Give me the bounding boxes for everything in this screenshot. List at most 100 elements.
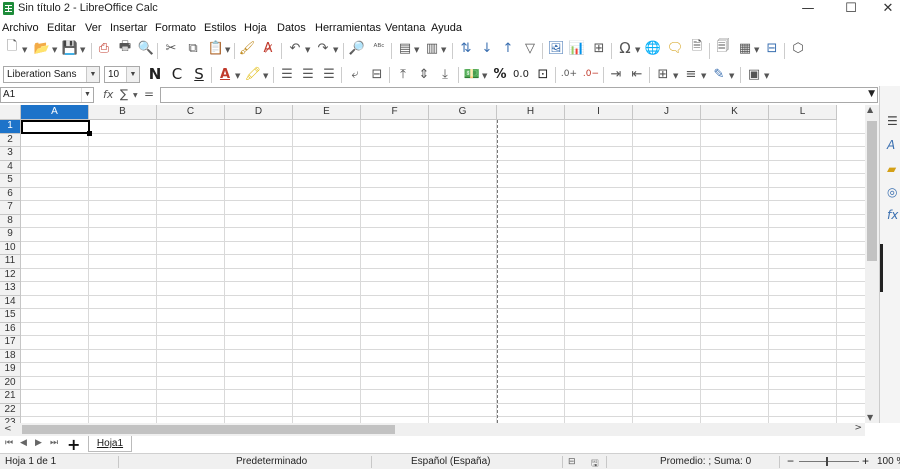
menu-hoja[interactable]: Hoja bbox=[244, 22, 267, 34]
align-left-icon[interactable]: ☰ bbox=[278, 65, 296, 83]
scroll-left-icon[interactable]: < bbox=[4, 424, 12, 434]
currency-format-icon[interactable]: 💵 bbox=[463, 65, 481, 83]
print-preview-icon[interactable]: 🔍 bbox=[137, 39, 155, 57]
conditional-dropdown-arrow[interactable]: ▼ bbox=[764, 72, 769, 80]
scroll-up-icon[interactable]: ▲ bbox=[867, 105, 873, 114]
italic-button[interactable]: C bbox=[168, 65, 186, 83]
undo-icon[interactable]: ↶ bbox=[286, 39, 304, 57]
define-print-area-icon[interactable]: 🗐 bbox=[714, 39, 732, 57]
freeze-rows-columns-icon[interactable]: ▦ bbox=[736, 39, 754, 57]
row-header-6[interactable]: 6 bbox=[0, 187, 21, 201]
font-color-icon[interactable]: A bbox=[216, 65, 234, 83]
styles-icon[interactable]: A bbox=[887, 138, 895, 152]
column-header-b[interactable]: B bbox=[89, 105, 157, 120]
row-header-9[interactable]: 9 bbox=[0, 228, 21, 242]
menu-datos[interactable]: Datos bbox=[277, 22, 306, 34]
special-character-icon[interactable]: Ω bbox=[616, 39, 634, 57]
open-folder-icon[interactable]: 📂 bbox=[33, 39, 51, 57]
row-header-12[interactable]: 12 bbox=[0, 268, 21, 282]
column-header-c[interactable]: C bbox=[157, 105, 225, 120]
cut-icon[interactable]: ✂ bbox=[162, 39, 180, 57]
align-bottom-icon[interactable]: ⤓ bbox=[436, 65, 454, 83]
menu-archivo[interactable]: Archivo bbox=[2, 22, 39, 34]
font-color-dropdown-arrow[interactable]: ▼ bbox=[235, 72, 240, 80]
function-wizard-button[interactable]: fx bbox=[103, 88, 113, 101]
highlight-dropdown-arrow[interactable]: ▼ bbox=[263, 72, 268, 80]
row-header-20[interactable]: 20 bbox=[0, 376, 21, 390]
align-top-icon[interactable]: ⤒ bbox=[394, 65, 412, 83]
copy-icon[interactable]: ⧉ bbox=[184, 39, 202, 57]
paste-icon[interactable]: 📋 bbox=[207, 39, 225, 57]
sort-ascending-icon[interactable]: ↓ bbox=[478, 39, 496, 57]
row-header-17[interactable]: 17 bbox=[0, 336, 21, 350]
chevron-down-icon[interactable]: ▼ bbox=[81, 88, 93, 102]
special-character-dropdown-arrow[interactable]: ▼ bbox=[635, 46, 640, 54]
save-icon[interactable]: 💾 bbox=[61, 39, 79, 57]
row-header-2[interactable]: 2 bbox=[0, 133, 21, 147]
menu-ayuda[interactable]: Ayuda bbox=[431, 22, 462, 34]
last-sheet-icon[interactable]: ⏭ bbox=[50, 438, 58, 448]
align-right-icon[interactable]: ☰ bbox=[320, 65, 338, 83]
text-language[interactable]: Español (España) bbox=[411, 456, 491, 467]
zoom-out-button[interactable]: − bbox=[787, 454, 794, 468]
add-decimal-icon[interactable]: .0+ bbox=[560, 65, 578, 83]
row-header-14[interactable]: 14 bbox=[0, 295, 21, 309]
row-header-19[interactable]: 19 bbox=[0, 363, 21, 377]
new-document-icon[interactable]: 🗋 bbox=[3, 39, 21, 57]
column-header-l[interactable]: L bbox=[769, 105, 837, 120]
insert-chart-icon[interactable]: 📊 bbox=[568, 39, 586, 57]
sort-descending-icon[interactable]: ↑ bbox=[499, 39, 517, 57]
formula-button[interactable]: = bbox=[144, 87, 154, 101]
row-header-4[interactable]: 4 bbox=[0, 160, 21, 174]
scroll-right-icon[interactable]: > bbox=[854, 423, 862, 433]
border-color-dropdown-arrow[interactable]: ▼ bbox=[729, 72, 734, 80]
row-header-11[interactable]: 11 bbox=[0, 255, 21, 269]
minimize-button[interactable]: — bbox=[788, 0, 828, 18]
align-center-icon[interactable]: ☰ bbox=[299, 65, 317, 83]
menu-formato[interactable]: Formato bbox=[155, 22, 196, 34]
open-dropdown-arrow[interactable]: ▼ bbox=[52, 46, 57, 54]
menu-insertar[interactable]: Insertar bbox=[110, 22, 147, 34]
first-sheet-icon[interactable]: ⏮ bbox=[5, 438, 13, 448]
row-header-3[interactable]: 3 bbox=[0, 147, 21, 161]
maximize-button[interactable]: ☐ bbox=[831, 0, 871, 18]
autosum-dropdown-arrow[interactable]: ▼ bbox=[133, 92, 138, 99]
column-header-d[interactable]: D bbox=[225, 105, 293, 120]
menu-ver[interactable]: Ver bbox=[85, 22, 102, 34]
row-header-5[interactable]: 5 bbox=[0, 174, 21, 188]
row-dropdown-arrow[interactable]: ▼ bbox=[414, 46, 419, 54]
row-header-10[interactable]: 10 bbox=[0, 241, 21, 255]
clone-formatting-icon[interactable]: 🖌 bbox=[238, 39, 256, 57]
freeze-dropdown-arrow[interactable]: ▼ bbox=[754, 46, 759, 54]
decrease-indent-icon[interactable]: ⇤ bbox=[628, 65, 646, 83]
spreadsheet-grid[interactable]: ABCDEFGHIJKL 1 2 3 4 5 6 7 8 9 10 11 12 13 14 15 16 17 18… bbox=[0, 105, 865, 423]
undo-dropdown-arrow[interactable]: ▼ bbox=[305, 46, 310, 54]
vertical-scroll-thumb[interactable] bbox=[867, 121, 877, 261]
zoom-in-button[interactable]: + bbox=[862, 454, 869, 468]
add-sheet-button[interactable]: + bbox=[67, 435, 80, 454]
find-replace-icon[interactable]: 🔎 bbox=[348, 39, 366, 57]
underline-button[interactable]: S bbox=[190, 65, 208, 83]
date-format-icon[interactable]: ⊡ bbox=[534, 65, 552, 83]
functions-icon[interactable]: fx bbox=[887, 208, 898, 222]
paste-dropdown-arrow[interactable]: ▼ bbox=[225, 46, 230, 54]
row-header-18[interactable]: 18 bbox=[0, 349, 21, 363]
border-style-dropdown-arrow[interactable]: ▼ bbox=[701, 72, 706, 80]
borders-icon[interactable]: ⊞ bbox=[654, 65, 672, 83]
column-header-k[interactable]: K bbox=[701, 105, 769, 120]
row-header-13[interactable]: 13 bbox=[0, 282, 21, 296]
row-icon[interactable]: ▤ bbox=[396, 39, 414, 57]
close-button[interactable]: ✕ bbox=[868, 0, 900, 18]
row-header-21[interactable]: 21 bbox=[0, 390, 21, 404]
wrap-text-icon[interactable]: ⤶ bbox=[346, 65, 364, 83]
row-header-8[interactable]: 8 bbox=[0, 214, 21, 228]
select-all-corner[interactable] bbox=[0, 105, 21, 120]
gallery-icon[interactable]: ▰ bbox=[887, 162, 896, 176]
zoom-slider[interactable] bbox=[799, 461, 859, 462]
new-dropdown-arrow[interactable]: ▼ bbox=[22, 46, 27, 54]
column-icon[interactable]: ▥ bbox=[423, 39, 441, 57]
save-dropdown-arrow[interactable]: ▼ bbox=[80, 46, 85, 54]
vertical-scrollbar[interactable]: ▲ ▼ bbox=[865, 105, 879, 423]
print-icon[interactable]: 🖶 bbox=[116, 39, 134, 57]
column-header-h[interactable]: H bbox=[497, 105, 565, 120]
